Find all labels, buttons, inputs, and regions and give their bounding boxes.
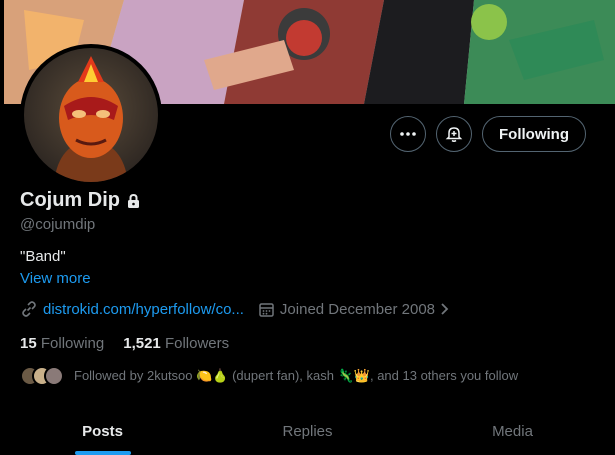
following-button[interactable]: Following	[482, 116, 586, 152]
bell-plus-icon	[445, 127, 463, 142]
followers-count-link[interactable]: 1,521 Followers	[123, 335, 229, 352]
followers-label: Followers	[164, 335, 230, 352]
tab-replies-label: Replies	[282, 423, 333, 440]
following-count: 15	[20, 335, 37, 352]
lock-icon	[128, 193, 139, 208]
tab-posts[interactable]: Posts	[0, 410, 205, 455]
display-name: Cojum Dip	[20, 189, 120, 211]
bio: "Band"	[20, 248, 66, 265]
more-icon	[400, 132, 416, 136]
joined-text: Joined December 2008	[279, 300, 436, 318]
joined-date[interactable]: Joined December 2008	[258, 301, 450, 318]
active-tab-indicator	[74, 451, 131, 455]
avatar[interactable]	[20, 44, 162, 186]
following-count-link[interactable]: 15 Following	[20, 335, 104, 352]
handle: @cojumdip	[20, 216, 96, 233]
profile-tabs: Posts Replies Media	[0, 410, 615, 455]
calendar-icon	[259, 302, 274, 317]
mini-avatar	[44, 366, 64, 386]
view-more-link[interactable]: View more	[20, 270, 91, 287]
tab-media-label: Media	[492, 423, 533, 440]
following-label: Following	[40, 335, 105, 352]
followed-by[interactable]: Followed by 2kutsoo 🍋🍐 (dupert fan), kas…	[20, 366, 518, 386]
more-button[interactable]	[390, 116, 427, 152]
followed-by-text: Followed by 2kutsoo 🍋🍐 (dupert fan), kas…	[74, 368, 519, 383]
website-link[interactable]: distrokid.com/hyperfollow/co...	[20, 300, 244, 318]
chevron-right-icon	[441, 303, 449, 315]
link-icon	[22, 301, 36, 317]
notifications-button[interactable]	[436, 116, 473, 152]
followers-count: 1,521	[123, 335, 161, 352]
tab-replies[interactable]: Replies	[205, 410, 410, 455]
website-link-text[interactable]: distrokid.com/hyperfollow/co...	[43, 301, 244, 318]
tab-posts-label: Posts	[82, 423, 123, 440]
tab-media[interactable]: Media	[410, 410, 615, 455]
